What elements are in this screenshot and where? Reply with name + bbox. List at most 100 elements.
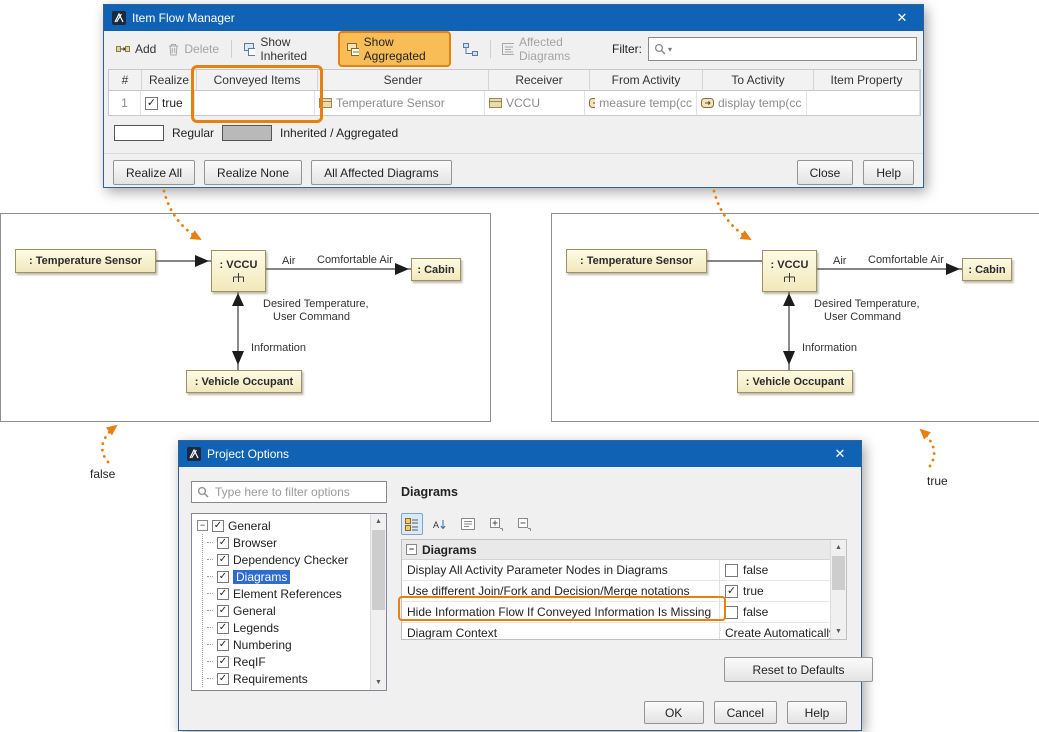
- tree-item-legends[interactable]: ✓ Legends: [207, 619, 386, 636]
- tree-scrollbar[interactable]: ▲ ▼: [370, 514, 386, 690]
- cabin-part[interactable]: : Cabin: [411, 258, 461, 281]
- help-button[interactable]: Help: [787, 701, 847, 724]
- col-header-conveyed-items[interactable]: Conveyed Items: [197, 70, 318, 91]
- col-header-from-activity[interactable]: From Activity: [590, 70, 703, 91]
- collapse-icon[interactable]: −: [406, 544, 417, 555]
- sender-cell[interactable]: Temperature Sensor: [315, 91, 485, 115]
- add-icon: [116, 43, 130, 55]
- checkbox[interactable]: ✓: [217, 605, 229, 617]
- expand-all-button[interactable]: [485, 513, 507, 535]
- legend-inherited-label: Inherited / Aggregated: [280, 126, 398, 140]
- value-checkbox[interactable]: ✓: [725, 585, 738, 598]
- checkbox[interactable]: ✓: [217, 639, 229, 651]
- realize-all-button[interactable]: Realize All: [113, 160, 195, 185]
- value-checkbox[interactable]: [725, 564, 738, 577]
- vccu-part[interactable]: : VCCU: [211, 250, 266, 292]
- cabin-part[interactable]: : Cabin: [962, 258, 1012, 281]
- vccu-part[interactable]: : VCCU: [762, 250, 817, 292]
- item-flow-manager-titlebar[interactable]: Item Flow Manager ✕: [104, 5, 923, 31]
- project-options-titlebar[interactable]: Project Options ✕: [179, 441, 861, 467]
- vehicle-occupant-part[interactable]: : Vehicle Occupant: [737, 370, 853, 393]
- property-row[interactable]: Display All Activity Parameter Nodes in …: [402, 560, 846, 581]
- scroll-down-icon[interactable]: ▼: [831, 624, 846, 639]
- receiver-cell[interactable]: VCCU: [485, 91, 585, 115]
- collapse-all-button[interactable]: [513, 513, 535, 535]
- reset-to-defaults-button[interactable]: Reset to Defaults: [724, 657, 873, 682]
- col-header-num[interactable]: #: [109, 70, 142, 91]
- options-search[interactable]: [191, 481, 387, 503]
- temperature-sensor-part[interactable]: : Temperature Sensor: [15, 249, 156, 273]
- realize-cell[interactable]: ✓ true: [141, 91, 195, 115]
- search-input[interactable]: [213, 484, 386, 500]
- scrollbar-thumb[interactable]: [372, 530, 385, 610]
- col-header-to-activity[interactable]: To Activity: [703, 70, 814, 91]
- tree-item-dependency-checker[interactable]: ✓ Dependency Checker: [207, 551, 386, 568]
- categorized-view-button[interactable]: [401, 513, 423, 535]
- select-in-tree-button[interactable]: [463, 43, 478, 56]
- scroll-up-icon[interactable]: ▲: [831, 540, 846, 555]
- property-row[interactable]: Use different Join/Fork and Decision/Mer…: [402, 581, 846, 602]
- properties-scrollbar[interactable]: ▲ ▼: [830, 540, 846, 639]
- tree-item-reqif[interactable]: ✓ ReqIF: [207, 653, 386, 670]
- tree-item-requirements[interactable]: ✓ Requirements: [207, 670, 386, 687]
- item-flow-table: # Realize Conveyed Items Sender Receiver…: [108, 69, 921, 116]
- tree-item-general-root[interactable]: − ✓ General: [197, 517, 386, 534]
- col-header-receiver[interactable]: Receiver: [489, 70, 590, 91]
- show-aggregated-icon: [347, 43, 359, 56]
- checkbox[interactable]: ✓: [217, 656, 229, 668]
- value-checkbox[interactable]: [725, 606, 738, 619]
- false-arrow: [102, 426, 116, 462]
- vehicle-occupant-part[interactable]: : Vehicle Occupant: [186, 370, 302, 393]
- all-affected-diagrams-button[interactable]: All Affected Diagrams: [311, 160, 452, 185]
- collapse-icon[interactable]: −: [197, 520, 208, 531]
- close-icon[interactable]: ✕: [881, 5, 923, 31]
- add-button[interactable]: Add: [116, 42, 156, 56]
- col-header-item-property[interactable]: Item Property: [814, 70, 920, 91]
- scroll-up-icon[interactable]: ▲: [371, 514, 386, 529]
- tree-item-element-references[interactable]: ✓ Element References: [207, 585, 386, 602]
- to-activity-cell[interactable]: display temp(cc: [697, 91, 807, 115]
- realize-none-button[interactable]: Realize None: [204, 160, 302, 185]
- tree-item-browser[interactable]: ✓ Browser: [207, 534, 386, 551]
- help-button[interactable]: Help: [863, 160, 914, 185]
- checkbox[interactable]: ✓: [217, 571, 229, 583]
- col-header-realize[interactable]: Realize: [142, 70, 197, 91]
- close-icon[interactable]: ✕: [819, 441, 861, 467]
- cancel-button[interactable]: Cancel: [714, 701, 777, 724]
- from-activity-cell[interactable]: measure temp(cc: [585, 91, 697, 115]
- filter-input[interactable]: ▾: [648, 37, 917, 61]
- checkbox[interactable]: ✓: [217, 588, 229, 600]
- temperature-sensor-part[interactable]: : Temperature Sensor: [566, 249, 707, 273]
- tree-item-general[interactable]: ✓ General: [207, 602, 386, 619]
- show-description-button[interactable]: [457, 513, 479, 535]
- conveyed-items-cell[interactable]: [195, 91, 315, 115]
- comfortable-air-label: Comfortable Air: [317, 254, 393, 266]
- alphabetical-view-icon: A: [433, 518, 447, 531]
- show-aggregated-button[interactable]: Show Aggregated: [338, 31, 450, 67]
- tree-item-diagrams[interactable]: ✓ Diagrams: [207, 568, 386, 585]
- checkbox[interactable]: ✓: [217, 622, 229, 634]
- ok-button[interactable]: OK: [644, 701, 704, 724]
- show-inherited-button[interactable]: Show Inherited: [244, 35, 326, 63]
- tree-item-numbering[interactable]: ✓ Numbering: [207, 636, 386, 653]
- checkbox[interactable]: ✓: [217, 673, 229, 685]
- table-row[interactable]: 1 ✓ true Temperature Sensor VCCU measure…: [109, 91, 920, 115]
- checkbox[interactable]: ✓: [212, 520, 224, 532]
- scroll-down-icon[interactable]: ▼: [371, 675, 386, 690]
- scrollbar-thumb[interactable]: [832, 556, 845, 590]
- checkbox[interactable]: ✓: [217, 537, 229, 549]
- col-header-sender[interactable]: Sender: [318, 70, 489, 91]
- checkbox[interactable]: ✓: [217, 554, 229, 566]
- alphabetical-view-button[interactable]: A: [429, 513, 451, 535]
- delete-button[interactable]: Delete: [168, 42, 219, 56]
- item-property-cell[interactable]: [807, 91, 920, 115]
- close-button[interactable]: Close: [797, 160, 854, 185]
- property-row-hide-information-flow[interactable]: Hide Information Flow If Conveyed Inform…: [402, 602, 846, 623]
- toolbar-separator: [231, 40, 232, 58]
- realize-checkbox[interactable]: ✓: [145, 97, 158, 110]
- property-group-header[interactable]: − Diagrams: [402, 540, 846, 560]
- affected-diagrams-button[interactable]: Affected Diagrams: [502, 35, 600, 63]
- property-row[interactable]: Diagram Context Create Automatically: [402, 623, 846, 640]
- item-flow-arrow: [232, 293, 244, 306]
- chevron-down-icon[interactable]: ▾: [668, 45, 672, 54]
